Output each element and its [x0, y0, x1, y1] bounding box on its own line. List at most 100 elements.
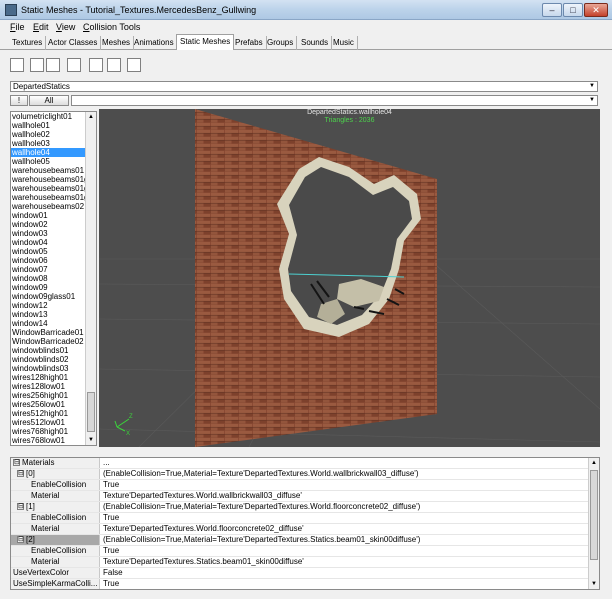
property-value[interactable]: ... — [101, 458, 587, 468]
mesh-list-item[interactable]: window09 — [11, 283, 86, 292]
mesh-list-item[interactable]: volumetriclight01 — [11, 112, 86, 121]
mesh-list-item[interactable]: window03 — [11, 229, 86, 238]
property-row[interactable]: EnableCollision True — [11, 480, 589, 491]
mesh-list-item[interactable]: wires128high01 — [11, 373, 86, 382]
tab-actor-classes[interactable]: Actor Classes — [45, 36, 102, 50]
mesh-list-item[interactable]: wallhole03 — [11, 139, 86, 148]
menu-item-1[interactable]: File — [10, 22, 25, 32]
mesh-list-item[interactable]: wires256high01 — [11, 391, 86, 400]
property-row[interactable]: UseSimpleKarmaColli... True — [11, 579, 589, 589]
property-row[interactable]: ⊟ Materials... — [11, 458, 589, 469]
copy-icon[interactable] — [67, 58, 81, 72]
mesh-list-item[interactable]: wallhole02 — [11, 130, 86, 139]
properties-grid[interactable]: ⊟ Materials... ⊟ [0] (EnableCollision=True,M… — [10, 457, 600, 590]
package-combo[interactable]: DepartedStatics ▼ — [10, 81, 598, 92]
menu-item-4[interactable]: Collision Tools — [83, 22, 140, 32]
property-value[interactable]: False — [101, 568, 587, 578]
mesh-viewport[interactable]: Z X DepartedStatics.wallhole04 Triangles… — [99, 109, 600, 447]
tab-sounds[interactable]: Sounds — [298, 36, 333, 50]
mesh-list-item[interactable]: wallhole05 — [11, 157, 86, 166]
mesh-list-item[interactable]: warehousebeams01 — [11, 166, 86, 175]
mesh-list-item[interactable]: warehousebeams01gl — [11, 193, 86, 202]
mesh-list-item[interactable]: window06 — [11, 256, 86, 265]
mesh-list-item[interactable]: window12 — [11, 301, 86, 310]
mesh-list[interactable]: volumetriclight01 wallhole01 wallhole02 wal… — [10, 111, 97, 446]
filter-combo[interactable]: ▼ — [71, 95, 598, 106]
mesh-list-item[interactable]: window13 — [11, 310, 86, 319]
tab-groups[interactable]: Groups — [264, 36, 298, 50]
properties-scrollbar[interactable]: ▲ ▼ — [588, 458, 599, 589]
close-button[interactable]: ✕ — [584, 3, 608, 17]
import-icon[interactable] — [107, 58, 121, 72]
property-row[interactable]: Material Texture'DepartedTextures.World.w… — [11, 491, 589, 502]
scroll-down-icon[interactable]: ▼ — [86, 435, 96, 445]
property-value[interactable]: True — [101, 513, 587, 523]
menu-item-2[interactable]: Edit — [33, 22, 49, 32]
tab-animations[interactable]: Animations — [131, 36, 178, 50]
mesh-list-item[interactable]: window07 — [11, 265, 86, 274]
maximize-button[interactable]: □ — [563, 3, 583, 17]
tab-music[interactable]: Music — [330, 36, 358, 50]
scroll-down-icon[interactable]: ▼ — [589, 579, 599, 589]
mesh-list-item[interactable]: WindowBarricade02 — [11, 337, 86, 346]
menu-item-3[interactable]: View — [56, 22, 75, 32]
mesh-list-item[interactable]: window02 — [11, 220, 86, 229]
mesh-list-item[interactable]: warehousebeams01gl — [11, 184, 86, 193]
mesh-list-item[interactable]: windowblinds03 — [11, 364, 86, 373]
mesh-list-item[interactable]: window09glass01 — [11, 292, 86, 301]
property-value[interactable]: Texture'DepartedTextures.World.wallbrick… — [101, 491, 587, 501]
mesh-list-item[interactable]: window04 — [11, 238, 86, 247]
tab-textures[interactable]: Textures — [9, 36, 47, 50]
mesh-list-item[interactable]: window01 — [11, 211, 86, 220]
scroll-up-icon[interactable]: ▲ — [589, 458, 599, 468]
property-value[interactable]: (EnableCollision=True,Material=Texture'D… — [101, 535, 587, 545]
property-row[interactable]: Material Texture'DepartedTextures.World.f… — [11, 524, 589, 535]
mesh-list-item[interactable]: windowblinds01 — [11, 346, 86, 355]
open-icon[interactable] — [30, 58, 44, 72]
all-button[interactable]: All — [29, 95, 69, 106]
property-value[interactable]: Texture'DepartedTextures.World.floorconc… — [101, 524, 587, 534]
mesh-list-item[interactable]: warehousebeams02 — [11, 202, 86, 211]
property-value[interactable]: (EnableCollision=True,Material=Texture'D… — [101, 502, 587, 512]
mesh-list-item[interactable]: wires512high01 — [11, 409, 86, 418]
mesh-list-scrollbar[interactable]: ▲ ▼ — [85, 112, 96, 445]
property-row[interactable]: UseVertexColor False — [11, 568, 589, 579]
property-row[interactable]: EnableCollision True — [11, 546, 589, 557]
property-value[interactable]: True — [101, 546, 587, 556]
scroll-up-icon[interactable]: ▲ — [86, 112, 96, 122]
mesh-list-item[interactable]: wallhole01 — [11, 121, 86, 130]
save-icon[interactable] — [46, 58, 60, 72]
dropdown-arrow-icon[interactable]: ▼ — [587, 96, 597, 105]
mesh-list-item[interactable]: windowblinds02 — [11, 355, 86, 364]
new-package-icon[interactable] — [10, 58, 24, 72]
property-row[interactable]: ⊟ [1] (EnableCollision=True,Material=Textu… — [11, 502, 589, 513]
expand-toggle-icon[interactable]: ⊟ — [17, 470, 24, 477]
expand-toggle-icon[interactable]: ⊟ — [17, 503, 24, 510]
scroll-thumb[interactable] — [590, 470, 598, 560]
export-icon[interactable] — [127, 58, 141, 72]
new-document-icon[interactable] — [89, 58, 103, 72]
property-value[interactable]: Texture'DepartedTextures.Statics.beam01_… — [101, 557, 587, 567]
mesh-list-item[interactable]: warehousebeams01gl — [11, 175, 86, 184]
mesh-list-item[interactable]: wallhole04 — [11, 148, 86, 157]
mesh-list-item[interactable]: wires128low01 — [11, 382, 86, 391]
mesh-list-item[interactable]: window05 — [11, 247, 86, 256]
mesh-list-item[interactable]: wires512low01 — [11, 418, 86, 427]
property-value[interactable]: (EnableCollision=True,Material=Texture'D… — [101, 469, 587, 479]
property-row[interactable]: ⊟ [2] (EnableCollision=True,Material=Textu… — [11, 535, 589, 546]
tab-static-meshes[interactable]: Static Meshes — [176, 34, 235, 50]
tab-meshes[interactable]: Meshes — [99, 36, 135, 50]
property-row[interactable]: Material Texture'DepartedTextures.Statics… — [11, 557, 589, 568]
mesh-list-item[interactable]: wires768low01 — [11, 436, 86, 445]
minimize-button[interactable]: – — [542, 3, 562, 17]
mesh-list-item[interactable]: wires256low01 — [11, 400, 86, 409]
property-value[interactable]: True — [101, 480, 587, 490]
property-value[interactable]: True — [101, 579, 587, 589]
mesh-list-item[interactable]: wires768high01 — [11, 427, 86, 436]
expand-toggle-icon[interactable]: ⊟ — [13, 459, 20, 466]
property-row[interactable]: EnableCollision True — [11, 513, 589, 524]
expand-toggle-icon[interactable]: ⊟ — [17, 536, 24, 543]
property-row[interactable]: ⊟ [0] (EnableCollision=True,Material=Textu… — [11, 469, 589, 480]
mesh-list-item[interactable]: WindowBarricade01 — [11, 328, 86, 337]
tab-prefabs[interactable]: Prefabs — [232, 36, 267, 50]
